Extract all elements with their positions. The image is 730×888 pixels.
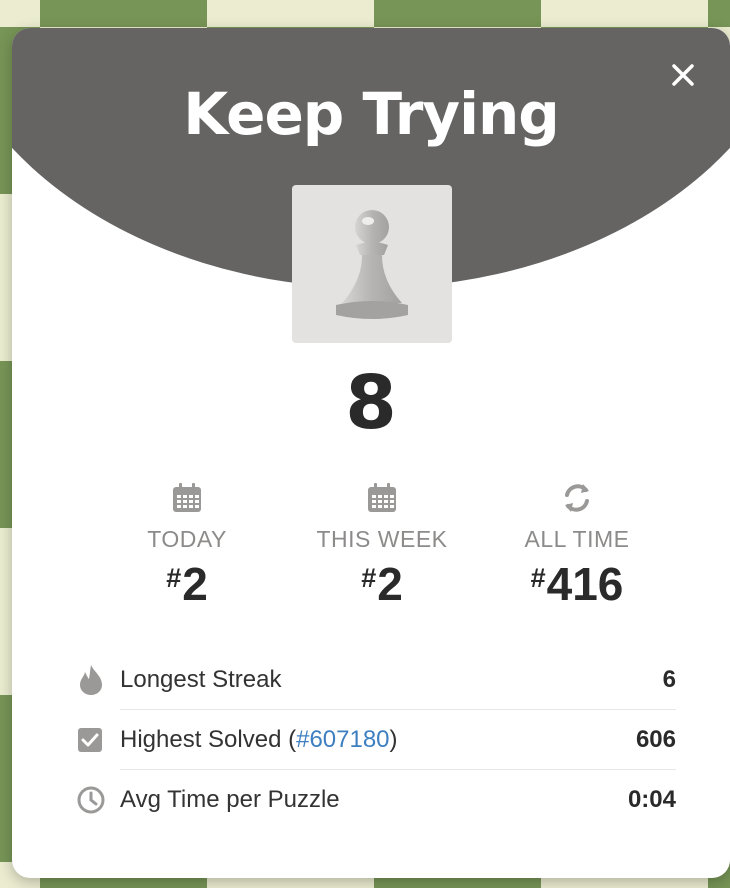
- stat-value: 6: [662, 665, 676, 693]
- rank-today: TODAY #2: [102, 480, 272, 620]
- puzzle-link[interactable]: #607180: [296, 726, 389, 753]
- pawn-icon: [336, 210, 408, 319]
- stat-row-longest-streak: Longest Streak 6: [76, 650, 676, 710]
- calendar-icon: [173, 483, 201, 512]
- rank-summary: TODAY #2 THIS WEEK # 2 ALL TIME # 416: [102, 480, 662, 620]
- stats-list: Longest Streak 6 Highest Solved (#607180…: [76, 650, 676, 830]
- rank-all-time: ALL TIME #416: [492, 480, 662, 620]
- rank-this-week: THIS WEEK #2: [297, 480, 467, 620]
- clock-icon: [77, 786, 105, 814]
- rank-value: #2: [166, 558, 208, 610]
- rank-label: TODAY: [147, 526, 227, 552]
- stat-value: 0:04: [627, 786, 676, 813]
- refresh-icon: [565, 484, 589, 512]
- rank-value: #2: [361, 558, 403, 610]
- flame-icon: [80, 665, 102, 695]
- stat-label: Longest Streak: [120, 665, 282, 693]
- stat-value: 606: [635, 725, 676, 753]
- piece-tile: [292, 185, 452, 343]
- stat-label: Avg Time per Puzzle: [120, 786, 340, 813]
- stat-row-avg-time: Avg Time per Puzzle 0:04: [76, 770, 676, 830]
- rank-label: ALL TIME: [524, 526, 630, 552]
- rank-label: THIS WEEK: [316, 526, 448, 552]
- checkbox-icon: [78, 728, 102, 752]
- score-value: 8: [345, 360, 397, 446]
- rank-value: #416: [530, 558, 624, 610]
- stat-label: Highest Solved (#607180): [120, 725, 398, 753]
- modal-title: Keep Trying: [183, 80, 560, 148]
- puzzle-result-modal: Keep Trying 8 TODAY # 2 THIS WEEK # 2 AL…: [12, 28, 730, 878]
- stat-row-highest-solved: Highest Solved (#607180) 606: [76, 710, 676, 770]
- calendar-icon: [368, 483, 396, 512]
